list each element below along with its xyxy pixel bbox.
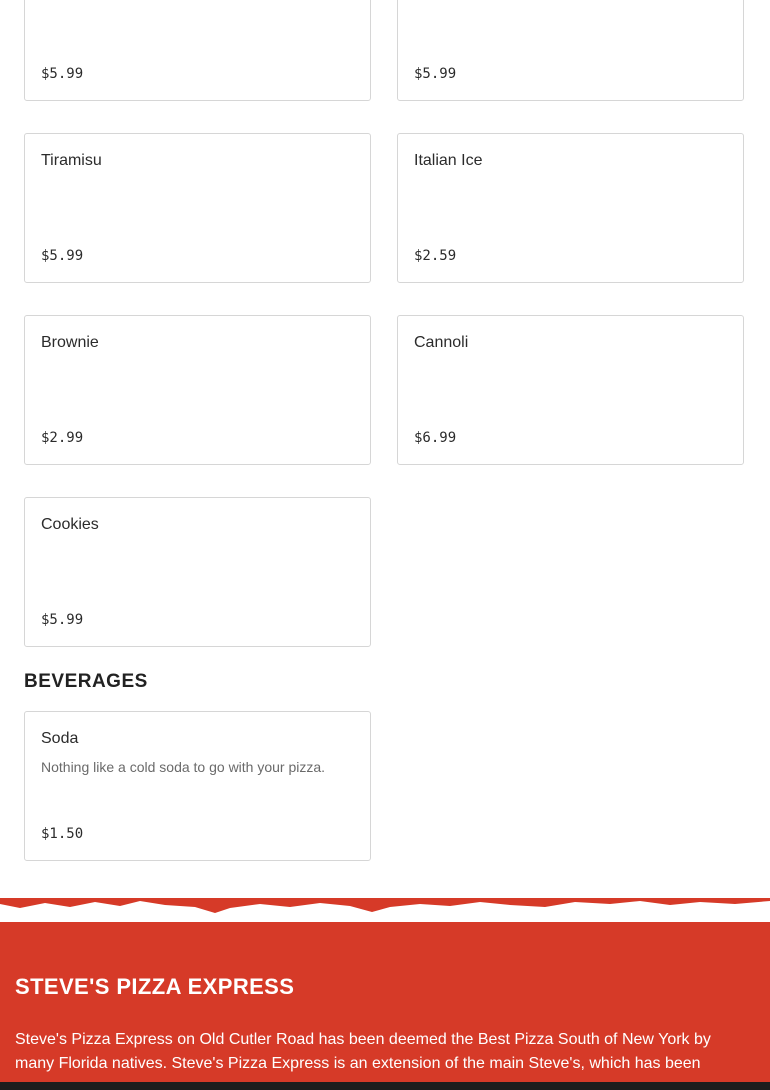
- item-price: $5.99: [414, 66, 457, 82]
- item-name: Cookies: [41, 516, 99, 533]
- site-footer: STEVE'S PIZZA EXPRESS Steve's Pizza Expr…: [0, 898, 770, 1090]
- menu-item-card[interactable]: $5.99: [24, 0, 371, 101]
- menu-item-card[interactable]: Italian Ice $2.59: [397, 133, 744, 283]
- item-price: $5.99: [41, 66, 84, 82]
- menu-item-card[interactable]: Cannoli $6.99: [397, 315, 744, 465]
- item-price: $5.99: [41, 248, 84, 264]
- menu-item-card[interactable]: Tiramisu $5.99: [24, 133, 371, 283]
- item-price: $2.99: [41, 430, 84, 446]
- section-title-beverages: BEVERAGES: [24, 671, 148, 692]
- item-description: Nothing like a cold soda to go with your…: [41, 759, 326, 775]
- menu-item-card[interactable]: Soda Nothing like a cold soda to go with…: [24, 711, 371, 861]
- item-price: $1.50: [41, 826, 84, 842]
- item-price: $5.99: [41, 612, 84, 628]
- menu-item-card[interactable]: Brownie $2.99: [24, 315, 371, 465]
- menu-item-card[interactable]: Cookies $5.99: [24, 497, 371, 647]
- footer-about-text: Steve's Pizza Express on Old Cutler Road…: [15, 1031, 711, 1072]
- item-name: Italian Ice: [414, 152, 483, 169]
- item-name: Tiramisu: [41, 152, 102, 169]
- item-name: Soda: [41, 730, 79, 747]
- torn-paper-edge: [0, 901, 770, 922]
- item-name: Brownie: [41, 334, 99, 351]
- footer-brand: STEVE'S PIZZA EXPRESS: [15, 974, 295, 999]
- item-price: $2.59: [414, 248, 457, 264]
- menu-item-card[interactable]: $5.99: [397, 0, 744, 101]
- item-price: $6.99: [414, 430, 457, 446]
- bottom-bar: [0, 1082, 770, 1090]
- item-name: Cannoli: [414, 334, 469, 351]
